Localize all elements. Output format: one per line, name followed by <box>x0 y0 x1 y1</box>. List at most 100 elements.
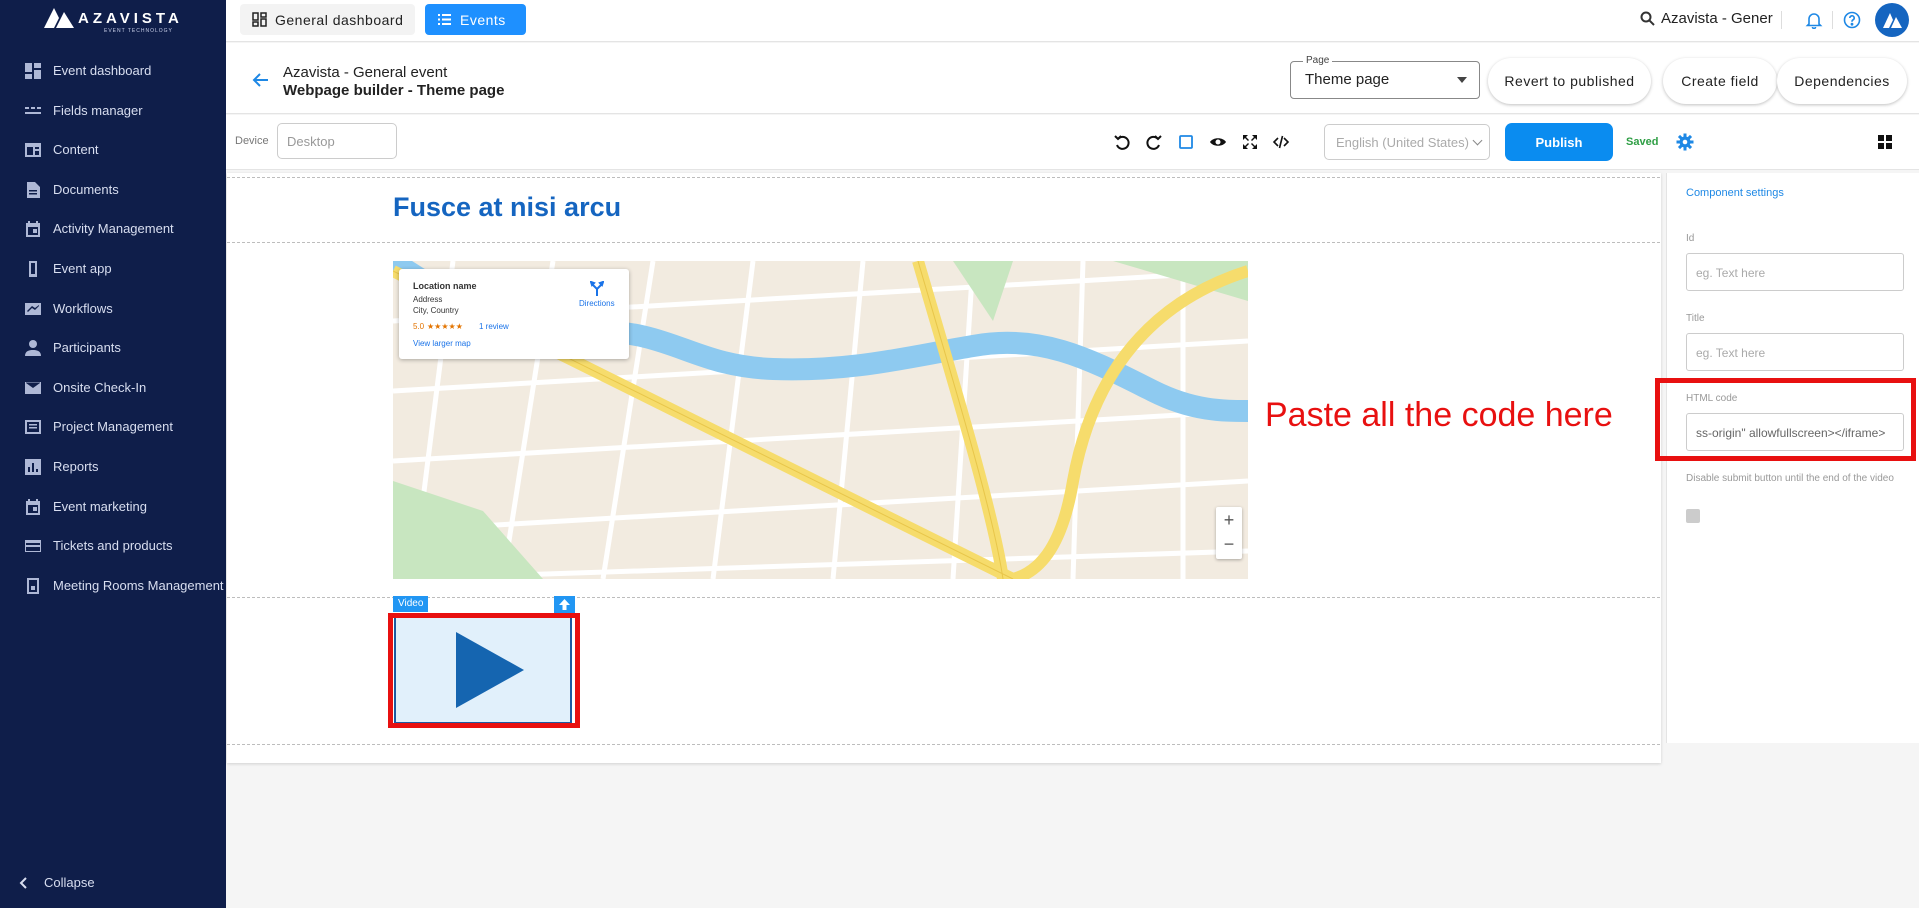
create-field-button[interactable]: Create field <box>1663 58 1777 104</box>
review-link[interactable]: 1 review <box>479 322 509 331</box>
sidebar-item-label: Documents <box>53 181 119 197</box>
device-select[interactable]: Desktop <box>277 123 397 159</box>
language-value: English (United States) <box>1336 135 1469 150</box>
general-dashboard-button[interactable]: General dashboard <box>240 4 416 35</box>
sidebar-item-project-management[interactable]: Project Management <box>0 406 226 446</box>
sidebar-item-event-dashboard[interactable]: Event dashboard <box>0 50 226 90</box>
sidebar-item-label: Activity Management <box>53 221 174 237</box>
sidebar-item-onsite-check-in[interactable]: Onsite Check-In <box>0 367 226 407</box>
sidebar-item-label: Reports <box>53 458 99 474</box>
reports-icon <box>25 458 41 475</box>
rating-stars: ★★★★★ <box>427 322 463 331</box>
id-input[interactable]: eg. Text here <box>1686 253 1904 291</box>
select-parent-button[interactable] <box>554 596 575 614</box>
title-label: Title <box>1686 313 1705 324</box>
row-heading[interactable]: Fusce at nisi arcu <box>227 177 1660 241</box>
sidebar-item-event-app[interactable]: Event app <box>0 248 226 288</box>
project-icon <box>25 420 41 435</box>
code-icon[interactable] <box>1272 133 1290 151</box>
sidebar-item-label: Project Management <box>53 419 173 435</box>
sidebar: AZAVISTA EVENT TECHNOLOGY Event dashboar… <box>0 0 226 908</box>
chevron-left-icon <box>19 876 27 889</box>
title-input[interactable]: eg. Text here <box>1686 333 1904 371</box>
sidebar-item-event-marketing[interactable]: Event marketing <box>0 486 226 526</box>
sidebar-item-label: Workflows <box>53 300 113 316</box>
sidebar-item-label: Fields manager <box>53 102 143 118</box>
page-header: Azavista - General event Webpage builder… <box>226 43 1919 114</box>
revert-to-published-button[interactable]: Revert to published <box>1488 58 1651 104</box>
blocks-grid-icon[interactable] <box>1876 133 1894 151</box>
document-icon <box>27 181 40 198</box>
caret-down-icon <box>1457 77 1467 83</box>
sidebar-item-workflows[interactable]: Workflows <box>0 288 226 328</box>
undo-icon[interactable] <box>1113 133 1131 151</box>
azavista-logo[interactable]: AZAVISTA EVENT TECHNOLOGY <box>44 6 184 34</box>
sidebar-item-label: Event app <box>53 260 112 276</box>
fullscreen-icon[interactable] <box>1241 133 1259 151</box>
sidebar-item-label: Participants <box>53 340 121 356</box>
map-embed[interactable]: Location name Address City, Country 5.0 … <box>393 261 1248 579</box>
zoom-out-button[interactable]: − <box>1216 533 1242 559</box>
person-icon <box>25 340 41 357</box>
directions-link[interactable]: Directions <box>579 299 615 308</box>
video-component-label[interactable]: Video <box>393 596 429 612</box>
preview-eye-icon[interactable] <box>1209 133 1227 151</box>
divider <box>1832 11 1833 29</box>
events-label: Events <box>460 11 506 28</box>
sidebar-item-participants[interactable]: Participants <box>0 327 226 367</box>
workflow-icon <box>25 302 41 315</box>
help-icon[interactable] <box>1843 11 1861 29</box>
general-dashboard-label: General dashboard <box>275 11 404 28</box>
sidebar-item-label: Event marketing <box>53 498 147 514</box>
sidebar-item-meeting-rooms-management[interactable]: Meeting Rooms Management <box>0 565 226 617</box>
sidebar-item-fields-manager[interactable]: Fields manager <box>0 90 226 130</box>
bell-icon[interactable] <box>1805 11 1823 29</box>
user-avatar[interactable] <box>1875 3 1909 37</box>
redo-icon[interactable] <box>1145 133 1163 151</box>
publish-button[interactable]: Publish <box>1505 123 1613 161</box>
gear-icon[interactable] <box>1676 133 1694 151</box>
collapse-button[interactable]: Collapse <box>18 875 95 890</box>
event-search[interactable]: Azavista - Gener <box>1640 10 1773 27</box>
zoom-in-button[interactable]: + <box>1216 507 1242 533</box>
list-icon <box>438 14 451 25</box>
back-arrow-icon[interactable] <box>252 71 270 89</box>
page-select[interactable]: Page Theme page <box>1290 55 1480 99</box>
location-city: City, Country <box>413 306 459 315</box>
sidebar-item-label: Tickets and products <box>53 538 173 554</box>
sidebar-item-tickets-and-products[interactable]: Tickets and products <box>0 525 226 565</box>
sidebar-item-activity-management[interactable]: Activity Management <box>0 208 226 248</box>
brand-name: AZAVISTA <box>78 10 183 27</box>
azavista-avatar-icon <box>1883 13 1902 28</box>
view-larger-map-link[interactable]: View larger map <box>413 339 471 348</box>
map-location-card: Location name Address City, Country 5.0 … <box>399 269 629 359</box>
outline-toggle-icon[interactable] <box>1177 133 1195 151</box>
mail-icon <box>25 381 41 394</box>
dependencies-button[interactable]: Dependencies <box>1777 58 1907 104</box>
azavista-logo-icon <box>44 8 74 28</box>
video-highlight-box <box>388 613 580 728</box>
language-select[interactable]: English (United States) <box>1324 124 1490 160</box>
card-icon <box>25 540 41 553</box>
panel-title[interactable]: Component settings <box>1686 187 1784 199</box>
builder-toolbar: Device Desktop English (United States) P… <box>226 115 1919 170</box>
sidebar-item-documents[interactable]: Documents <box>0 169 226 209</box>
sidebar-item-label: Content <box>53 142 99 158</box>
calendar-icon <box>26 498 40 515</box>
html-code-highlight-box <box>1655 378 1916 461</box>
calendar-icon <box>26 221 40 238</box>
sidebar-item-label: Event dashboard <box>53 63 152 78</box>
top-bar: General dashboard Events Azavista - Gene… <box>226 0 1919 42</box>
directions-icon[interactable] <box>590 281 604 297</box>
content-icon <box>25 143 41 158</box>
disable-submit-label: Disable submit button until the end of t… <box>1686 473 1894 484</box>
disable-submit-checkbox[interactable] <box>1686 509 1700 523</box>
page-title: Webpage builder - Theme page <box>283 82 505 99</box>
sidebar-item-reports[interactable]: Reports <box>0 446 226 486</box>
brand-tagline: EVENT TECHNOLOGY <box>104 28 173 34</box>
room-icon <box>27 577 39 594</box>
sidebar-item-content[interactable]: Content <box>0 129 226 169</box>
content-heading[interactable]: Fusce at nisi arcu <box>393 192 621 223</box>
events-button[interactable]: Events <box>425 4 526 35</box>
sidebar-nav: Event dashboard Fields manager Content D… <box>0 50 226 617</box>
